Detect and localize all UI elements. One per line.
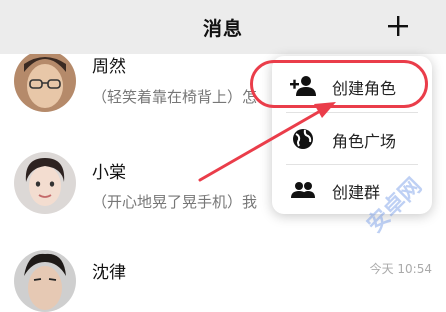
annotation-arrow [198, 102, 336, 182]
